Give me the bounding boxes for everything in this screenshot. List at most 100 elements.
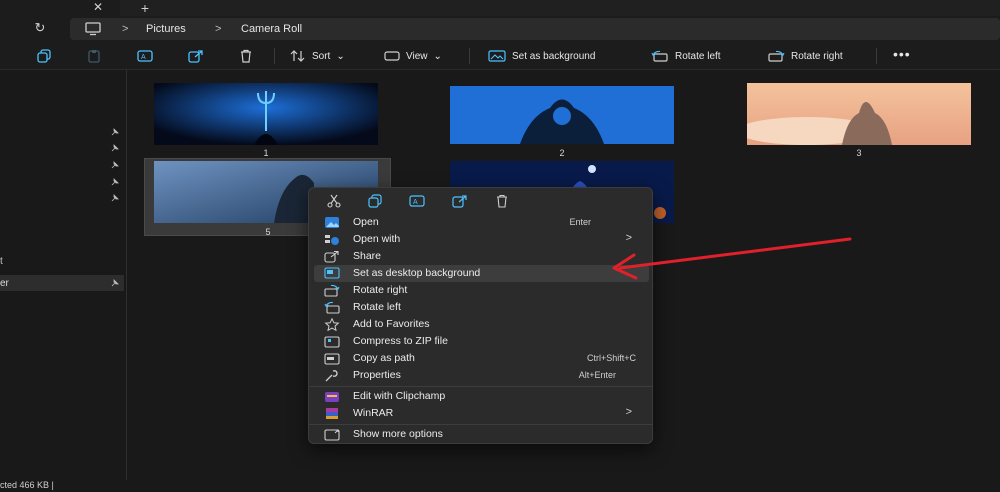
refresh-button[interactable]: ↻ [32, 20, 48, 36]
rename-icon[interactable]: A [409, 194, 425, 208]
menu-item-label: Open [353, 216, 379, 228]
menu-item-label: Properties [353, 369, 401, 381]
context-menu: A Open Enter Open with > Share Set as de… [308, 187, 653, 444]
image-preview [450, 86, 674, 144]
sort-label: Sort [312, 50, 331, 62]
menu-item-label: Open with [353, 233, 401, 245]
new-tab-button[interactable]: + [138, 0, 152, 16]
toolbar-divider [469, 48, 470, 64]
breadcrumb-separator[interactable]: > [122, 21, 128, 37]
image-preview [747, 83, 971, 145]
copy-icon[interactable] [36, 49, 52, 63]
rotate-left-icon [651, 50, 668, 62]
rotate-left-button[interactable]: Rotate left [651, 46, 721, 66]
pin-icon[interactable] [111, 144, 119, 152]
image-preview [154, 83, 378, 145]
breadcrumb-camera-roll[interactable]: Camera Roll [241, 21, 302, 37]
clipchamp-icon [325, 392, 339, 402]
menu-item-copy-as-path[interactable]: Copy as path Ctrl+Shift+C [314, 350, 649, 367]
view-button[interactable]: View ⌄ [384, 46, 442, 66]
image-icon [325, 217, 339, 228]
cut-icon[interactable] [326, 194, 342, 208]
thumbnail-label: 5 [265, 227, 271, 237]
command-bar: A Sort ⌄ View ⌄ Set as background Rotate… [0, 42, 1000, 70]
see-more-button[interactable]: ••• [893, 46, 915, 66]
view-icon [384, 51, 400, 61]
pin-icon[interactable] [111, 178, 119, 186]
menu-item-rotate-right[interactable]: Rotate right [314, 282, 649, 299]
menu-item-label: Compress to ZIP file [353, 335, 448, 347]
address-row: ↻ > Pictures > Camera Roll [0, 16, 1000, 42]
thumbnail-label: 1 [263, 148, 269, 158]
menu-divider [309, 386, 652, 387]
thumbnail-3[interactable] [747, 83, 971, 145]
menu-item-rotate-left[interactable]: Rotate left [314, 299, 649, 316]
set-as-background-button[interactable]: Set as background [488, 46, 595, 66]
menu-item-edit-with-clipchamp[interactable]: Edit with Clipchamp [314, 388, 649, 405]
menu-item-properties[interactable]: Properties Alt+Enter [314, 367, 649, 384]
rotate-right-icon [324, 284, 340, 297]
menu-item-shortcut: Enter [569, 217, 591, 227]
share-icon [324, 250, 339, 263]
delete-icon[interactable] [494, 194, 510, 208]
svg-text:A: A [413, 199, 418, 206]
sort-button[interactable]: Sort ⌄ [290, 46, 345, 66]
winrar-icon [326, 408, 338, 419]
menu-item-share[interactable]: Share [314, 248, 649, 265]
nav-item-selected[interactable]: er [0, 275, 124, 291]
menu-item-label: Rotate left [353, 301, 401, 313]
breadcrumb-pictures[interactable]: Pictures [146, 21, 186, 37]
address-bar[interactable]: > Pictures > Camera Roll [70, 18, 1000, 40]
menu-item-label: Add to Favorites [353, 318, 430, 330]
menu-item-compress-to-zip[interactable]: Compress to ZIP file [314, 333, 649, 350]
wrench-icon [325, 370, 338, 382]
close-tab-icon[interactable]: ✕ [92, 1, 104, 14]
menu-item-shortcut: Alt+Enter [578, 370, 616, 380]
menu-item-label: Share [353, 250, 382, 262]
rotate-left-label: Rotate left [675, 50, 721, 62]
open-with-icon [325, 235, 339, 245]
share-icon[interactable] [452, 194, 468, 208]
tab-camera-roll[interactable]: ✕ [0, 0, 120, 16]
nav-item-label: er [0, 278, 9, 289]
toolbar-divider [876, 48, 877, 64]
status-bar: cted 466 KB | [0, 480, 1000, 492]
menu-item-show-more-options[interactable]: Show more options [314, 426, 649, 443]
nav-item-label[interactable]: t [0, 256, 3, 267]
pin-icon[interactable] [111, 128, 119, 136]
menu-item-label: Show more options [353, 428, 443, 440]
menu-divider [309, 424, 652, 425]
menu-item-shortcut: Ctrl+Shift+C [586, 353, 636, 363]
show-more-options-icon [324, 429, 340, 441]
copy-path-icon [324, 353, 340, 365]
menu-item-set-as-desktop-background[interactable]: Set as desktop background [314, 265, 649, 282]
rotate-right-button[interactable]: Rotate right [767, 46, 843, 66]
delete-icon[interactable] [238, 49, 254, 63]
breadcrumb-separator[interactable]: > [215, 21, 221, 37]
menu-item-label: WinRAR [353, 407, 394, 419]
menu-item-open-with[interactable]: Open with > [314, 231, 649, 248]
pin-icon[interactable] [111, 279, 119, 287]
menu-item-open[interactable]: Open Enter [314, 214, 649, 231]
this-pc-icon[interactable] [84, 22, 102, 36]
rotate-right-label: Rotate right [791, 50, 843, 62]
share-icon[interactable] [188, 49, 204, 63]
thumbnail-1[interactable] [154, 83, 378, 145]
pin-icon[interactable] [111, 194, 119, 202]
thumbnail-label: 3 [856, 148, 862, 158]
pin-icon[interactable] [111, 161, 119, 169]
rename-icon[interactable]: A [137, 49, 153, 63]
copy-icon[interactable] [367, 194, 383, 208]
thumbnail-label: 2 [559, 148, 565, 158]
sort-icon [290, 50, 305, 62]
chevron-down-icon: ⌄ [336, 50, 345, 62]
menu-item-winrar[interactable]: WinRAR > [314, 405, 649, 422]
rotate-right-icon [768, 50, 785, 62]
menu-item-label: Edit with Clipchamp [353, 390, 446, 402]
thumbnail-2[interactable] [450, 86, 674, 144]
paste-icon[interactable] [86, 49, 102, 63]
rotate-left-icon [324, 301, 340, 314]
wallpaper-icon [488, 50, 506, 62]
menu-item-add-to-favorites[interactable]: Add to Favorites [314, 316, 649, 333]
svg-text:A: A [141, 54, 146, 61]
